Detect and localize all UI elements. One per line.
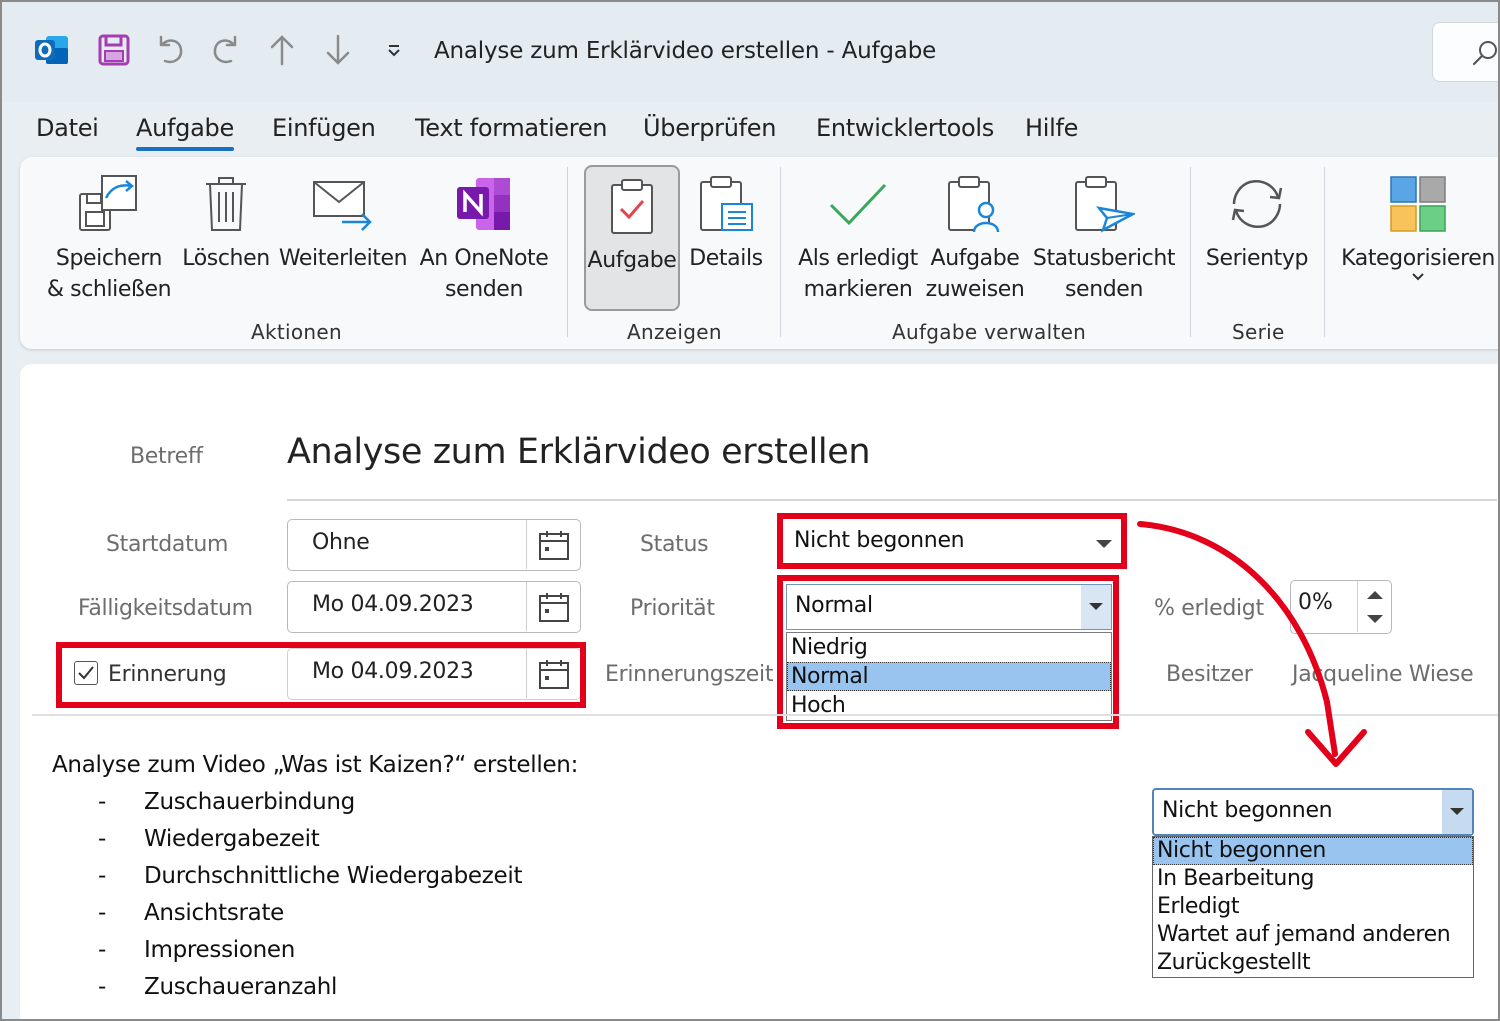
outlook-task-window: Analyse zum Erklärvideo erstellen - Aufg…: [0, 0, 1500, 1021]
callout-arrow-icon: [1137, 521, 1367, 767]
